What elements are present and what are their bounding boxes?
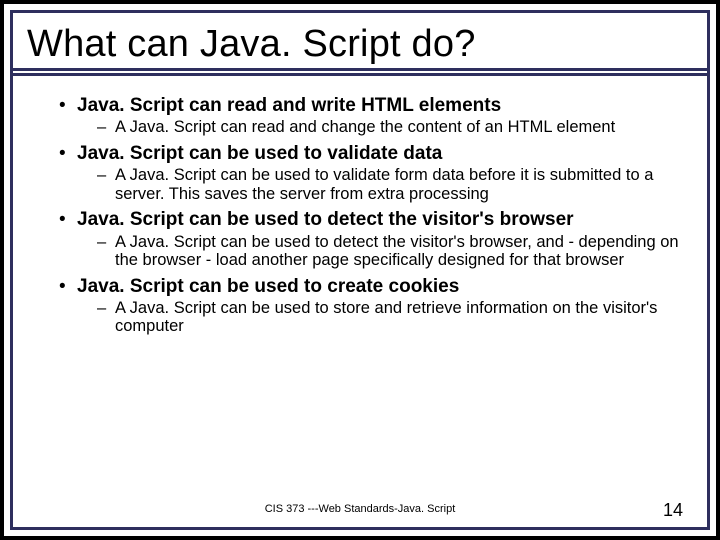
bullet-dot-icon: •: [59, 209, 77, 231]
bullet-text: Java. Script can be used to detect the v…: [77, 209, 574, 231]
bullet-level1: • Java. Script can be used to create coo…: [23, 274, 697, 298]
bullet-dash-icon: –: [97, 299, 115, 317]
page-number: 14: [663, 500, 683, 521]
bullet-level1: • Java. Script can be used to validate d…: [23, 141, 697, 165]
slide-frame: What can Java. Script do? • Java. Script…: [10, 10, 710, 530]
bullet-text: Java. Script can be used to validate dat…: [77, 143, 442, 165]
bullet-level2: – A Java. Script can read and change the…: [23, 117, 697, 140]
title-region: What can Java. Script do?: [13, 13, 707, 71]
bullet-dot-icon: •: [59, 143, 77, 165]
bullet-level1: • Java. Script can be used to detect the…: [23, 207, 697, 231]
bullet-dot-icon: •: [59, 276, 77, 298]
bullet-subtext: A Java. Script can be used to store and …: [115, 299, 679, 336]
slide-footer: CIS 373 ---Web Standards-Java. Script: [13, 503, 707, 515]
slide: What can Java. Script do? • Java. Script…: [4, 4, 716, 536]
slide-title: What can Java. Script do?: [27, 23, 693, 66]
bullet-level2: – A Java. Script can be used to validate…: [23, 165, 697, 207]
bullet-subtext: A Java. Script can be used to detect the…: [115, 233, 679, 270]
bullet-text: Java. Script can be used to create cooki…: [77, 276, 459, 298]
content-area: • Java. Script can read and write HTML e…: [13, 71, 707, 340]
bullet-dash-icon: –: [97, 233, 115, 251]
bullet-level2: – A Java. Script can be used to detect t…: [23, 232, 697, 274]
bullet-level2: – A Java. Script can be used to store an…: [23, 298, 697, 340]
bullet-subtext: A Java. Script can read and change the c…: [115, 118, 615, 136]
bullet-dot-icon: •: [59, 95, 77, 117]
bullet-dash-icon: –: [97, 166, 115, 184]
bullet-text: Java. Script can read and write HTML ele…: [77, 95, 501, 117]
bullet-subtext: A Java. Script can be used to validate f…: [115, 166, 679, 203]
bullet-dash-icon: –: [97, 118, 115, 136]
bullet-level1: • Java. Script can read and write HTML e…: [23, 93, 697, 117]
